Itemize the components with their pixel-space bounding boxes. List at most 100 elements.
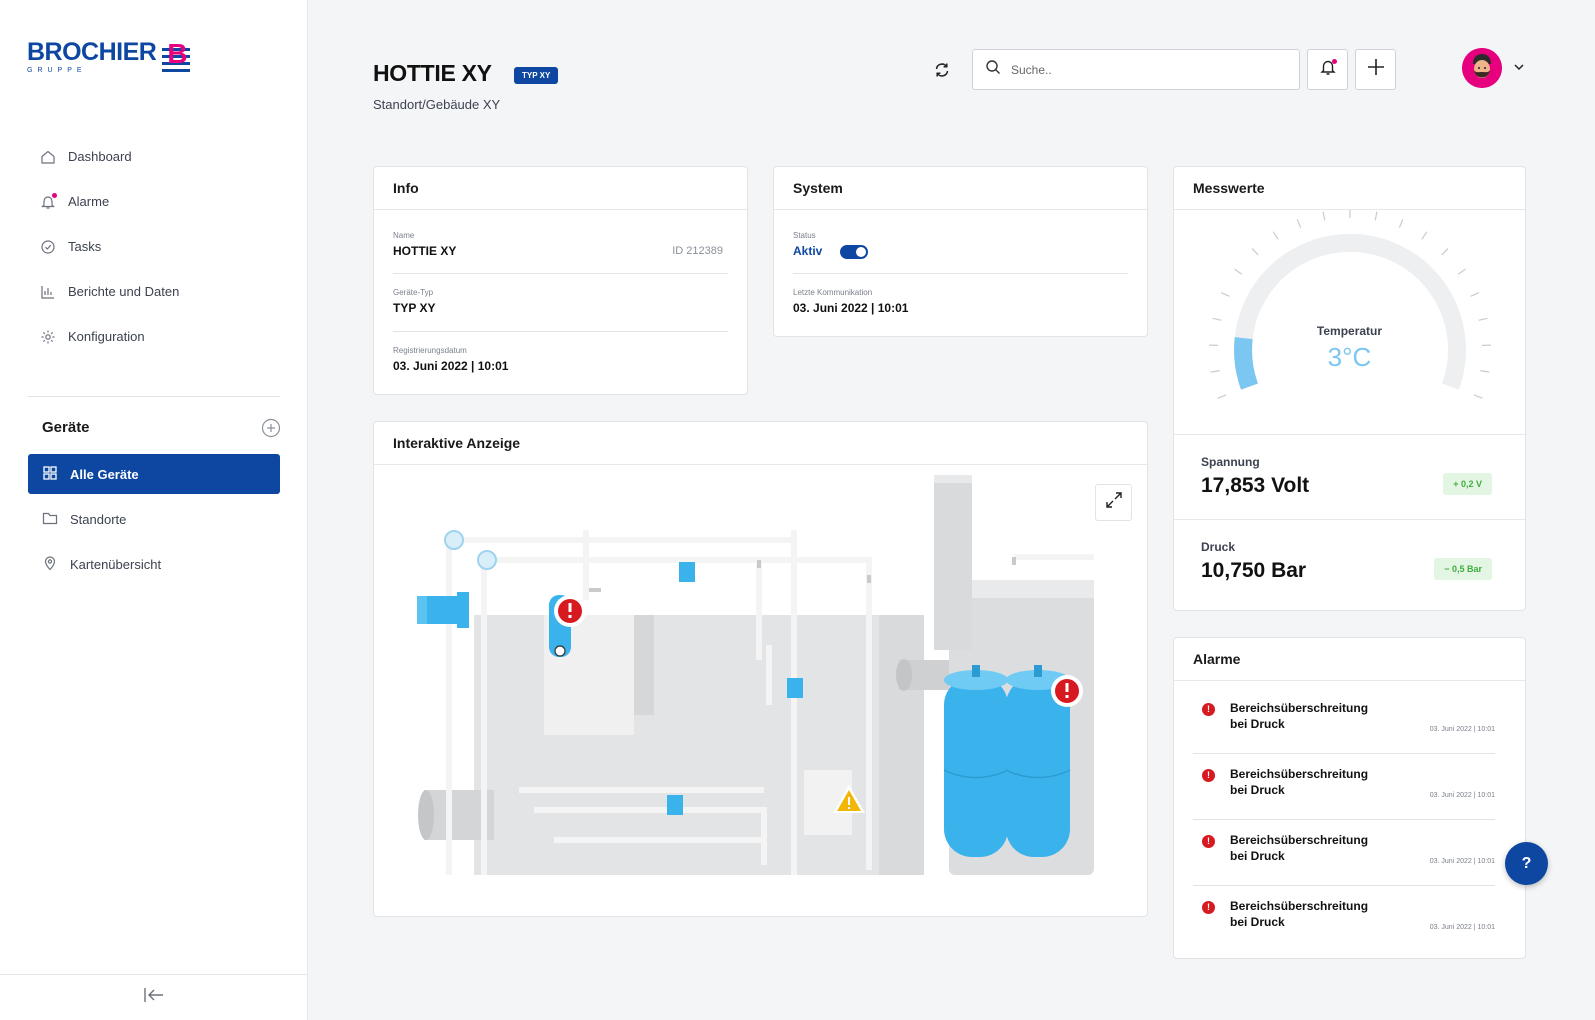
sidebar-item-label: Alle Geräte xyxy=(70,466,139,482)
info-name-field: Name HOTTIE XY ID 212389 xyxy=(374,210,747,273)
alert-icon: ! xyxy=(1202,901,1215,914)
alarm-text: Bereichsüberschreitung bei Druck xyxy=(1230,832,1390,864)
bell-icon xyxy=(40,192,57,210)
gauge-tick xyxy=(1470,292,1480,297)
plus-icon xyxy=(1366,57,1386,82)
notifications-button[interactable] xyxy=(1307,49,1348,90)
alarms-card: Alarme ! Bereichsüberschreitung bei Druc… xyxy=(1173,637,1526,959)
sidebar-item-standorte[interactable]: Standorte xyxy=(28,499,280,539)
info-card: Info Name HOTTIE XY ID 212389 Geräte-Typ… xyxy=(373,166,748,395)
sidebar-item-label: Kartenübersicht xyxy=(70,556,162,572)
field-label: Geräte-Typ xyxy=(393,288,434,297)
alarm-item[interactable]: ! Bereichsüberschreitung bei Druck 03. J… xyxy=(1193,886,1495,952)
nav-item-tasks[interactable]: Tasks xyxy=(40,224,179,269)
gauge-tick xyxy=(1212,317,1222,321)
gauge-tick xyxy=(1457,268,1466,275)
nav-item-konfiguration[interactable]: Konfiguration xyxy=(40,314,179,359)
divider xyxy=(1174,519,1525,520)
nav-item-alarme[interactable]: Alarme xyxy=(40,179,179,224)
refresh-icon[interactable] xyxy=(930,58,954,82)
gauge-tick xyxy=(1251,248,1259,256)
help-button[interactable]: ? xyxy=(1505,842,1548,885)
brand-name: BROCHIER xyxy=(27,38,157,66)
nav-item-label: Alarme xyxy=(68,194,110,209)
collapse-sidebar-icon[interactable] xyxy=(143,985,165,1010)
field-label: Name xyxy=(393,231,415,240)
interactive-display-card: Interaktive Anzeige xyxy=(373,421,1148,917)
alarms-title: Alarme xyxy=(1174,638,1525,681)
user-avatar[interactable] xyxy=(1462,48,1502,88)
sidebar-item-kartenuebersicht[interactable]: Kartenübersicht xyxy=(28,544,280,584)
gauge-tick xyxy=(1296,219,1302,228)
gauge-tick xyxy=(1374,211,1378,221)
system-status-field: Status Aktiv xyxy=(774,210,1147,273)
interactive-display-title: Interaktive Anzeige xyxy=(374,422,1147,465)
alarm-title: Bereichsüberschreitung xyxy=(1230,899,1369,913)
map-pin-icon xyxy=(42,555,58,574)
add-button[interactable] xyxy=(1355,49,1396,90)
page-title: HOTTIE XY xyxy=(373,60,492,86)
alarm-text: Bereichsüberschreitung bei Druck xyxy=(1230,766,1390,798)
field-label: Registrierungsdatum xyxy=(393,346,467,355)
nav-item-dashboard[interactable]: Dashboard xyxy=(40,134,179,179)
alarm-item[interactable]: ! Bereichsüberschreitung bei Druck 03. J… xyxy=(1193,754,1495,820)
gauge-tick xyxy=(1398,219,1404,228)
pressure-metric: Druck 10,750 Bar xyxy=(1201,540,1306,583)
gauge-tick xyxy=(1272,231,1279,240)
system-communication-field: Letzte Kommunikation 03. Juni 2022 | 10:… xyxy=(774,274,1147,315)
sidebar: BROCHIER GRUPPE B Dashboard Alarme Tasks… xyxy=(0,0,308,1020)
metric-value: 10,750 Bar xyxy=(1201,559,1307,582)
alarm-title: Bereichsüberschreitung xyxy=(1230,833,1369,847)
devices-section-title: Geräte xyxy=(42,419,90,436)
measurements-card: Messwerte Temperatur 3°C Spannung 17,853… xyxy=(1173,166,1526,611)
info-card-title: Info xyxy=(374,167,747,210)
brand-mark-letter: B xyxy=(167,38,188,69)
gauge-tick xyxy=(1322,211,1326,221)
gauge-value: 3°C xyxy=(1327,342,1372,372)
measurements-title: Messwerte xyxy=(1174,167,1525,210)
sidebar-item-label: Standorte xyxy=(70,511,127,527)
status-toggle[interactable] xyxy=(839,244,868,259)
gauge-tick xyxy=(1441,248,1449,256)
field-label: Status xyxy=(793,231,816,240)
gear-icon xyxy=(40,329,56,345)
alarm-title: Bereichsüberschreitung xyxy=(1230,701,1369,715)
main-nav: Dashboard Alarme Tasks Berichte und Date… xyxy=(40,134,179,359)
alarm-time: 03. Juni 2022 | 10:01 xyxy=(1429,792,1495,799)
info-registration-field: Registrierungsdatum 03. Juni 2022 | 10:0… xyxy=(374,332,747,373)
home-icon xyxy=(40,149,56,165)
field-value: 03. Juni 2022 | 10:01 xyxy=(393,359,509,373)
alarm-subtitle: bei Druck xyxy=(1230,717,1285,731)
notification-dot xyxy=(52,192,57,198)
metric-value: 17,853 Volt xyxy=(1201,474,1310,497)
sidebar-item-alle-geraete[interactable]: Alle Geräte xyxy=(28,454,280,494)
alert-icon: ! xyxy=(1202,835,1215,848)
alarm-subtitle: bei Druck xyxy=(1230,915,1285,929)
sidebar-divider xyxy=(28,396,280,397)
search-box xyxy=(972,49,1300,90)
search-input[interactable] xyxy=(1011,62,1281,77)
gauge-tick xyxy=(1478,317,1488,321)
voltage-delta-badge: + 0,2 V xyxy=(1443,473,1492,495)
device-id: ID 212389 xyxy=(672,245,723,257)
voltage-metric: Spannung 17,853 Volt xyxy=(1201,455,1309,498)
add-device-icon[interactable] xyxy=(261,418,281,438)
alarm-item[interactable]: ! Bereichsüberschreitung bei Druck 03. J… xyxy=(1193,820,1495,886)
temperature-gauge xyxy=(1209,210,1491,399)
device-type-badge: TYP XY xyxy=(514,67,559,84)
info-type-field: Geräte-Typ TYP XY xyxy=(374,274,747,331)
alarm-time: 03. Juni 2022 | 10:01 xyxy=(1429,726,1495,733)
gauge-tick xyxy=(1234,268,1243,275)
field-value: 03. Juni 2022 | 10:01 xyxy=(793,301,909,315)
metric-label: Spannung xyxy=(1201,455,1260,469)
brand-logo[interactable]: BROCHIER GRUPPE B xyxy=(27,38,191,74)
chevron-down-icon[interactable] xyxy=(1512,60,1526,74)
status-field-value: Aktiv xyxy=(793,244,1128,259)
alarm-item[interactable]: ! Bereichsüberschreitung bei Druck 03. J… xyxy=(1193,688,1495,754)
gauge-tick xyxy=(1220,292,1230,297)
plant-diagram xyxy=(417,475,1094,875)
devices-nav: Alle Geräte Standorte Kartenübersicht xyxy=(28,454,280,589)
nav-item-berichte[interactable]: Berichte und Daten xyxy=(40,269,179,314)
status-value: Aktiv xyxy=(793,244,823,258)
folder-icon xyxy=(42,510,58,529)
